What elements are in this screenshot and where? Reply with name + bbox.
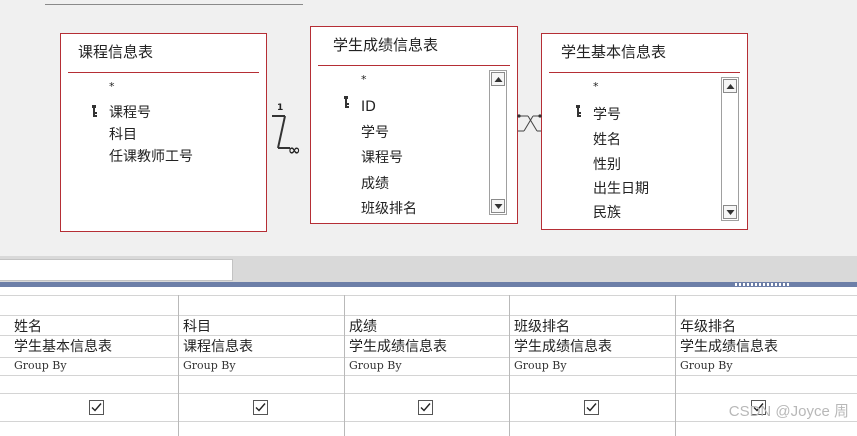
- splitter-grip[interactable]: [735, 283, 789, 286]
- grid-line: [0, 357, 857, 358]
- grid-table-cell[interactable]: 学生成绩信息表: [514, 336, 612, 356]
- grid-total-cell[interactable]: Group By: [514, 359, 567, 372]
- show-checkbox[interactable]: [89, 400, 104, 415]
- show-checkbox[interactable]: [584, 400, 599, 415]
- grid-col-divider: [178, 295, 179, 436]
- show-checkbox[interactable]: [418, 400, 433, 415]
- relationship-line-score-student[interactable]: [517, 114, 542, 132]
- grid-total-cell[interactable]: Group By: [14, 359, 67, 372]
- grid-line: [0, 375, 857, 376]
- grid-table-cell[interactable]: 课程信息表: [183, 336, 253, 356]
- checkmark-icon: [586, 403, 597, 412]
- grid-field-cell[interactable]: 科目: [183, 316, 211, 336]
- grid-field-cell[interactable]: 班级排名: [514, 316, 570, 336]
- grid-table-cell[interactable]: 学生成绩信息表: [680, 336, 778, 356]
- checkmark-icon: [420, 403, 431, 412]
- query-design-pane: 课程信息表 * 课程号 科目 任课教师工号 学生成绩信息表 * ID 学号 课程…: [0, 0, 857, 256]
- relationship-lines: 1 ∞: [272, 103, 542, 159]
- relationship-line-course-score[interactable]: 1 ∞: [272, 103, 301, 159]
- grid-line: [0, 393, 857, 394]
- checkmark-icon: [91, 403, 102, 412]
- checkmark-icon: [255, 403, 266, 412]
- grid-table-cell[interactable]: 学生成绩信息表: [349, 336, 447, 356]
- grid-table-cell[interactable]: 学生基本信息表: [14, 336, 112, 356]
- show-checkbox[interactable]: [253, 400, 268, 415]
- grid-field-cell[interactable]: 姓名: [14, 316, 42, 336]
- grid-line: [0, 421, 857, 422]
- grid-field-cell[interactable]: 年级排名: [680, 316, 736, 336]
- grid-total-cell[interactable]: Group By: [183, 359, 236, 372]
- grid-field-cell[interactable]: 成绩: [349, 316, 377, 336]
- many-side-label: ∞: [288, 141, 301, 159]
- grid-col-divider: [509, 295, 510, 436]
- one-side-label: 1: [277, 103, 283, 113]
- status-field[interactable]: [0, 259, 233, 281]
- grid-col-divider: [675, 295, 676, 436]
- grid-total-cell[interactable]: Group By: [680, 359, 733, 372]
- grid-col-divider: [344, 295, 345, 436]
- watermark: CSDN @Joyce 周: [728, 403, 849, 420]
- grid-line: [0, 295, 857, 296]
- grid-total-cell[interactable]: Group By: [349, 359, 402, 372]
